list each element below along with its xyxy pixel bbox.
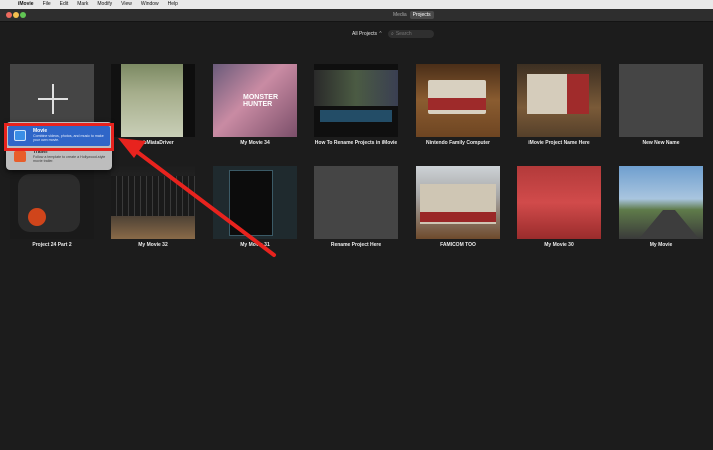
project-tile[interactable]: DumbMiataDriver (111, 64, 195, 146)
project-thumbnail[interactable] (314, 64, 398, 137)
trailer-option-description: Follow a template to create a Hollywood-… (33, 155, 106, 164)
menu-imovie[interactable]: iMovie (18, 0, 34, 9)
media-tab[interactable]: Media (390, 11, 410, 19)
project-tile[interactable]: How To Rename Projects in iMovie (314, 64, 398, 146)
project-thumbnail[interactable] (416, 64, 500, 137)
project-tile[interactable]: Project 24 Part 2 (10, 166, 94, 248)
project-tile[interactable]: Rename Project Here (314, 166, 398, 248)
project-tile[interactable]: iMovie Project Name Here (517, 64, 601, 146)
project-title: DumbMiataDriver (132, 140, 174, 146)
search-placeholder: Search (395, 31, 412, 37)
project-title: Rename Project Here (330, 242, 382, 248)
all-projects-filter[interactable]: All Projects ⌃ (352, 31, 383, 37)
project-thumbnail[interactable] (517, 64, 601, 137)
annotation-highlight-box (4, 123, 114, 151)
plus-icon-vertical (52, 84, 54, 114)
project-title: New New Name (642, 140, 680, 146)
project-thumbnail[interactable] (213, 166, 297, 239)
project-tile[interactable]: MONSTER HUNTER My Movie 34 (213, 64, 297, 146)
project-tile[interactable]: My Movie 30 (517, 166, 601, 248)
menu-window[interactable]: Window (141, 0, 159, 9)
project-thumbnail[interactable]: MONSTER HUNTER (213, 64, 297, 137)
project-thumbnail[interactable] (111, 64, 195, 137)
menu-modify[interactable]: Modify (97, 0, 112, 9)
project-title: iMovie Project Name Here (528, 140, 590, 146)
menu-edit[interactable]: Edit (60, 0, 69, 9)
search-icon: ⌕ (391, 31, 394, 37)
fullscreen-window-button[interactable] (20, 12, 26, 18)
close-window-button[interactable] (6, 12, 12, 18)
minimize-window-button[interactable] (13, 12, 19, 18)
project-title: Nintendo Family Computer (426, 140, 490, 146)
project-tile[interactable]: My Movie 32 (111, 166, 195, 248)
search-field[interactable]: ⌕ Search (388, 30, 434, 38)
project-title: How To Rename Projects in iMovie (314, 140, 398, 146)
project-title: My Movie 30 (544, 242, 574, 248)
projects-tab[interactable]: Projects (409, 11, 434, 19)
menu-bar: iMovie File Edit Mark Modify View Window… (0, 0, 713, 9)
menu-mark[interactable]: Mark (77, 0, 88, 9)
project-thumbnail[interactable] (619, 166, 703, 239)
project-title: Project 24 Part 2 (32, 242, 72, 248)
project-tile[interactable]: My Movie (619, 166, 703, 248)
project-title: My Movie 31 (240, 242, 270, 248)
project-thumbnail[interactable] (517, 166, 601, 239)
menu-help[interactable]: Help (168, 0, 178, 9)
trailer-icon (14, 151, 26, 162)
project-thumbnail[interactable] (416, 166, 500, 239)
menu-file[interactable]: File (43, 0, 51, 9)
project-tile[interactable]: My Movie 31 (213, 166, 297, 248)
project-title: My Movie 34 (240, 140, 270, 146)
thumbnail-game-logo: MONSTER HUNTER (243, 94, 278, 108)
project-thumbnail[interactable] (619, 64, 703, 137)
project-thumbnail[interactable] (314, 166, 398, 239)
media-projects-switcher: Media Projects (390, 11, 434, 19)
project-tile[interactable]: Nintendo Family Computer (416, 64, 500, 146)
project-title: FAMICOM TOO (440, 242, 476, 248)
project-tile[interactable]: New New Name (619, 64, 703, 146)
project-title: My Movie 32 (138, 242, 168, 248)
project-thumbnail[interactable] (111, 166, 195, 239)
project-thumbnail[interactable] (10, 166, 94, 239)
window-titlebar: Media Projects (0, 9, 713, 22)
menu-view[interactable]: View (121, 0, 132, 9)
project-tile[interactable]: FAMICOM TOO (416, 166, 500, 248)
project-title: My Movie (649, 242, 673, 248)
